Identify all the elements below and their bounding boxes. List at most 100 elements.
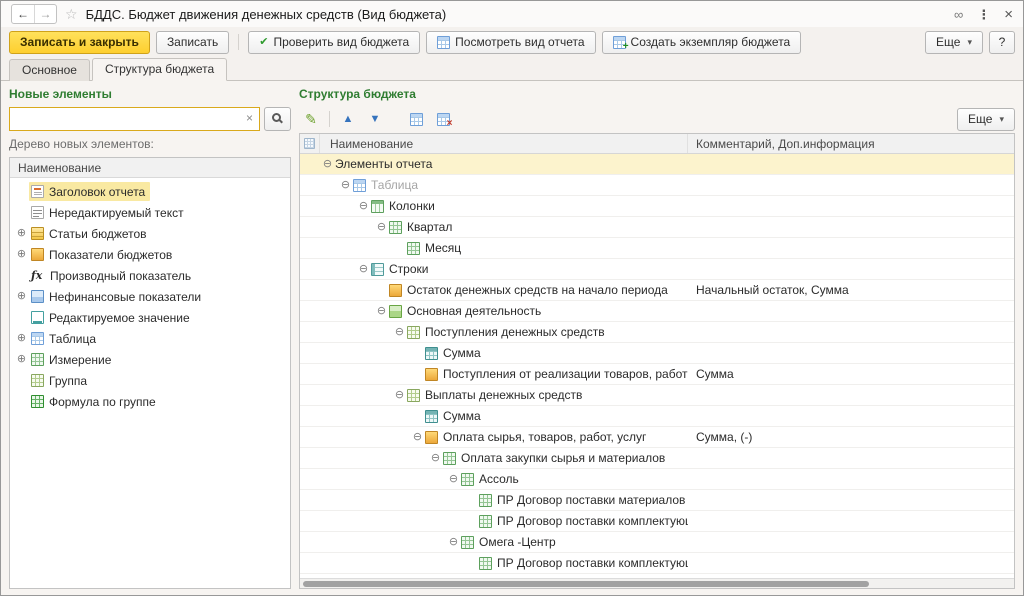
list-item[interactable]: Формула по группе — [10, 391, 290, 412]
collapse-icon[interactable]: ⊖ — [356, 201, 371, 212]
toolbar-separator — [329, 111, 330, 127]
table-clear-button[interactable]: × — [431, 108, 455, 130]
tree-row[interactable]: Сумма — [300, 343, 1014, 364]
list-column-header[interactable]: Наименование — [10, 158, 290, 178]
tree-row[interactable]: Месяц — [300, 238, 1014, 259]
tree-row[interactable]: Остаток денежных средств на начало перио… — [300, 280, 1014, 301]
back-button[interactable]: ← — [12, 5, 34, 23]
tree-row[interactable]: ⊖Оплата закупки сырья и материалов — [300, 448, 1014, 469]
tree-row[interactable]: ⊖Квартал — [300, 217, 1014, 238]
row-name-cell: Остаток денежных средств на начало перио… — [300, 283, 688, 297]
structure-more-button[interactable]: Еще ▾ — [957, 108, 1015, 131]
list-item[interactable]: ⊕Измерение — [10, 349, 290, 370]
plus-badge: + — [623, 42, 629, 52]
tree-row[interactable]: Сумма — [300, 406, 1014, 427]
tree-row[interactable]: ⊖Элементы отчета — [300, 154, 1014, 175]
tree-row[interactable]: ⊖Ассоль — [300, 469, 1014, 490]
list-item[interactable]: Группа — [10, 370, 290, 391]
edit-button[interactable]: ✎ — [299, 108, 323, 130]
list-item[interactable]: ⊕Нефинансовые показатели — [10, 286, 290, 307]
tree-row[interactable]: ⊖Основная деятельность — [300, 301, 1014, 322]
tab-budget-structure[interactable]: Структура бюджета — [92, 58, 227, 81]
list-item[interactable]: Нередактируемый текст — [10, 202, 290, 223]
tree-row[interactable]: ⊖Оплата сырья, товаров, работ, услугСумм… — [300, 427, 1014, 448]
list-item[interactable]: ⊕ Таблица — [10, 328, 290, 349]
forward-button[interactable]: → — [34, 5, 56, 23]
expand-icon[interactable]: ⊕ — [14, 333, 29, 344]
collapse-icon[interactable]: ⊖ — [392, 327, 407, 338]
table-settings-button[interactable] — [404, 108, 428, 130]
marker-column-header[interactable] — [300, 134, 320, 153]
favorite-star-icon[interactable]: ☆ — [65, 6, 78, 23]
close-icon[interactable]: × — [1004, 7, 1013, 22]
collapse-icon[interactable]: ⊖ — [410, 432, 425, 443]
tree-row[interactable]: Поступления от реализации товаров, работ… — [300, 364, 1014, 385]
row-name-cell: ⊖Таблица — [300, 178, 688, 192]
row-label: Остаток денежных средств на начало перио… — [407, 283, 668, 297]
expand-icon[interactable]: ⊕ — [14, 228, 29, 239]
search-input[interactable] — [9, 107, 260, 131]
scrollbar-thumb[interactable] — [303, 581, 869, 587]
list-item-content: Формула по группе — [29, 392, 161, 411]
structure-toolbar: ✎ ▲ ▼ × Еще ▾ — [299, 107, 1015, 131]
tree-row[interactable]: ⊖Омега -Центр — [300, 532, 1014, 553]
tree-row[interactable]: ⊖Колонки — [300, 196, 1014, 217]
list-item[interactable]: ⊕Статьи бюджетов — [10, 223, 290, 244]
list-item-content: Заголовок отчета — [29, 182, 150, 201]
collapse-icon[interactable]: ⊖ — [320, 159, 335, 170]
group-icon — [31, 374, 44, 387]
help-button[interactable]: ? — [989, 31, 1015, 54]
check-budget-button[interactable]: ✔ Проверить вид бюджета — [248, 31, 420, 54]
collapse-icon[interactable]: ⊖ — [356, 264, 371, 275]
collapse-icon[interactable]: ⊖ — [446, 537, 461, 548]
fx-icon: ƒx — [31, 269, 45, 282]
list-item-label: Таблица — [49, 332, 96, 346]
list-item[interactable]: ⊕Показатели бюджетов — [10, 244, 290, 265]
search-row: × — [9, 107, 291, 131]
row-label: Поступления от реализации товаров, работ… — [443, 367, 688, 381]
save-button[interactable]: Записать — [156, 31, 229, 54]
row-label: Месяц — [425, 241, 461, 255]
view-report-button[interactable]: Посмотреть вид отчета — [426, 31, 595, 54]
list-item-label: Заголовок отчета — [49, 185, 145, 199]
collapse-icon[interactable]: ⊖ — [338, 180, 353, 191]
row-name-cell: ⊖Основная деятельность — [300, 304, 688, 318]
command-bar: Записать и закрыть Записать ✔ Проверить … — [1, 27, 1023, 57]
tree-row[interactable]: ⊖Таблица — [300, 175, 1014, 196]
collapse-icon[interactable]: ⊖ — [374, 306, 389, 317]
toolbar-more-button[interactable]: Еще ▾ — [925, 31, 983, 54]
tree-row[interactable]: ПР Договор поставки материалов — [300, 490, 1014, 511]
caret-down-icon: ▾ — [967, 37, 972, 48]
list-item-content: Редактируемое значение — [29, 308, 195, 327]
tree-row[interactable]: ПР Договор поставки комплектующих — [300, 553, 1014, 574]
save-close-button[interactable]: Записать и закрыть — [9, 31, 150, 54]
tab-main[interactable]: Основное — [9, 59, 90, 81]
collapse-icon[interactable]: ⊖ — [428, 453, 443, 464]
move-up-button[interactable]: ▲ — [336, 108, 360, 130]
expand-icon[interactable]: ⊕ — [14, 354, 29, 365]
list-item[interactable]: ƒxПроизводный показатель — [10, 265, 290, 286]
list-item[interactable]: Редактируемое значение — [10, 307, 290, 328]
tree-row[interactable]: ⊖Поступления денежных средств — [300, 322, 1014, 343]
tree-row[interactable]: ПР Договор поставки комплектующих — [300, 511, 1014, 532]
create-instance-button[interactable]: + Создать экземпляр бюджета — [602, 31, 802, 54]
tree-row[interactable]: ⊖Строки — [300, 259, 1014, 280]
move-down-button[interactable]: ▼ — [363, 108, 387, 130]
clear-search-icon[interactable]: × — [243, 112, 256, 125]
grid-header: Наименование Комментарий, Доп.информация — [300, 134, 1014, 154]
tree-row[interactable]: ⊖Выплаты денежных средств — [300, 385, 1014, 406]
collapse-icon[interactable]: ⊖ — [374, 222, 389, 233]
collapse-icon[interactable]: ⊖ — [392, 390, 407, 401]
row-name-cell: ⊖Квартал — [300, 220, 688, 234]
get-link-icon[interactable]: ∞ — [954, 8, 963, 21]
search-button[interactable] — [264, 107, 291, 131]
expand-icon[interactable]: ⊕ — [14, 291, 29, 302]
horizontal-scrollbar[interactable] — [300, 578, 1014, 588]
more-menu-icon[interactable]: ⋮ — [977, 8, 990, 21]
app-window: ← → ☆ БДДС. Бюджет движения денежных сре… — [0, 0, 1024, 596]
collapse-icon[interactable]: ⊖ — [446, 474, 461, 485]
list-item[interactable]: Заголовок отчета — [10, 181, 290, 202]
name-column-header[interactable]: Наименование — [320, 134, 688, 153]
comment-column-header[interactable]: Комментарий, Доп.информация — [688, 134, 1014, 153]
expand-icon[interactable]: ⊕ — [14, 249, 29, 260]
